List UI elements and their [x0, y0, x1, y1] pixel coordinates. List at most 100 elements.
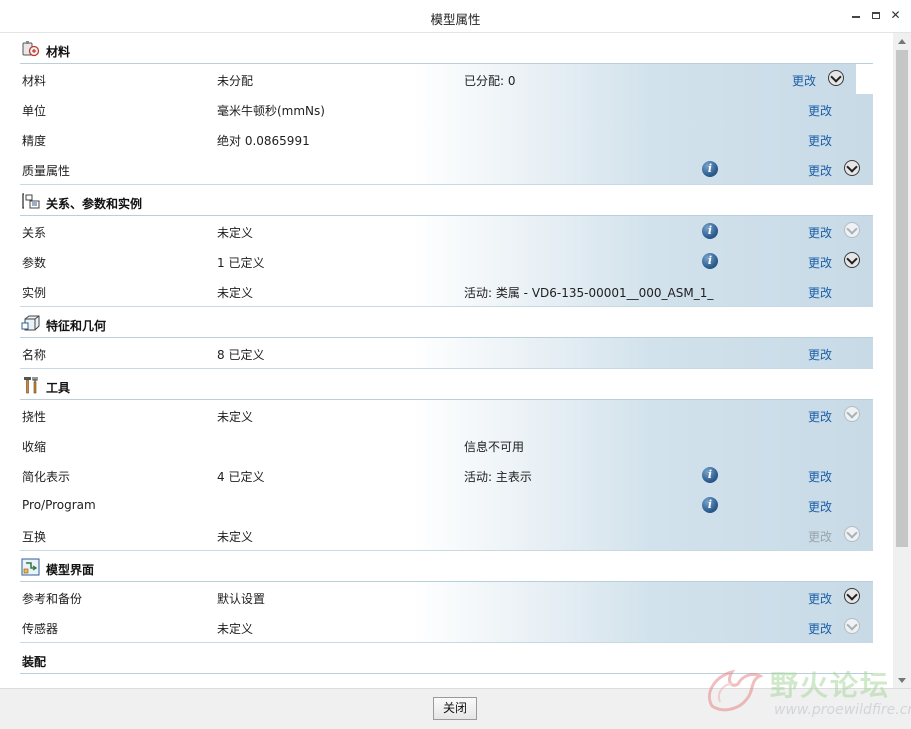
- row-interchange: 互换 未定义 更改: [20, 520, 873, 551]
- row-sensors: 传感器 未定义 更改: [20, 612, 873, 643]
- flame-logo-icon: [708, 669, 764, 712]
- row-value: 未定义: [217, 410, 254, 424]
- row-simplified-rep: 简化表示 4 已定义 活动: 主表示 i 更改: [20, 460, 873, 490]
- section-title-relations: 关系、参数和实例: [46, 197, 143, 211]
- row-value: 未定义: [217, 286, 254, 300]
- change-link-disabled: 更改: [808, 530, 833, 544]
- row-label: 简化表示: [22, 470, 71, 484]
- expand-button[interactable]: [844, 160, 860, 176]
- change-link[interactable]: 更改: [808, 132, 832, 149]
- row-value: 绝对 0.0865991: [217, 134, 310, 148]
- info-icon[interactable]: i: [702, 467, 718, 483]
- section-material: 材料: [20, 33, 873, 64]
- change-link[interactable]: 更改: [808, 102, 832, 119]
- change-link[interactable]: 更改: [792, 72, 816, 89]
- change-link[interactable]: 更改: [808, 284, 832, 301]
- row-parameters: 参数 1 已定义 i 更改: [20, 246, 873, 276]
- row-accuracy: 精度 绝对 0.0865991 更改: [20, 124, 873, 154]
- info-icon[interactable]: i: [702, 497, 718, 513]
- row-label: 实例: [22, 286, 47, 300]
- row-value: 未定义: [217, 226, 254, 240]
- expand-button[interactable]: [844, 252, 860, 268]
- expand-button[interactable]: [844, 406, 860, 422]
- change-link[interactable]: 更改: [808, 346, 832, 363]
- section-title-tools: 工具: [46, 381, 71, 395]
- section-relations: 关系、参数和实例: [20, 185, 873, 216]
- row-references-backup: 参考和备份 默认设置 更改: [20, 582, 873, 612]
- row-instances: 实例 未定义 活动: 类属 - VD6-135-00001__000_ASM_1…: [20, 276, 873, 307]
- model-interface-icon: [21, 558, 40, 576]
- info-icon[interactable]: i: [702, 223, 718, 239]
- arrow-up-icon: [898, 38, 906, 44]
- section-title-material: 材料: [46, 45, 71, 59]
- close-window-button[interactable]: ✕: [890, 8, 901, 22]
- section-tools: 工具: [20, 369, 873, 400]
- feature-geometry-icon: [21, 315, 40, 331]
- row-label: 参考和备份: [22, 592, 83, 606]
- row-shrinkage: 收缩 信息不可用: [20, 430, 873, 460]
- section-title-features: 特征和几何: [46, 319, 107, 333]
- row-relations: 关系 未定义 i 更改: [20, 216, 873, 246]
- watermark: 野火论坛 www.proewildfire.cn: [700, 658, 911, 722]
- scroll-thumb[interactable]: [896, 50, 908, 547]
- change-link[interactable]: 更改: [808, 590, 832, 607]
- minimize-button[interactable]: [850, 8, 861, 22]
- row-edge: [856, 64, 873, 95]
- row-label: 精度: [22, 134, 47, 148]
- maximize-icon: [871, 11, 880, 19]
- row-material: 材料 未分配 已分配: 0 更改: [20, 64, 873, 95]
- relations-icon: [22, 193, 40, 209]
- expand-button[interactable]: [844, 618, 860, 634]
- info-icon[interactable]: i: [702, 161, 718, 177]
- material-icon: [22, 41, 40, 57]
- row-label: 参数: [22, 256, 47, 270]
- section-model-interface: 模型界面: [20, 551, 873, 582]
- expand-button[interactable]: [844, 588, 860, 604]
- close-button[interactable]: 关闭: [433, 697, 477, 720]
- scroll-up-button[interactable]: [893, 33, 911, 49]
- vertical-scrollbar[interactable]: [893, 33, 911, 688]
- section-title-model-interface: 模型界面: [46, 563, 95, 577]
- chevron-down-icon: [846, 526, 858, 539]
- row-names: 名称 8 已定义 更改: [20, 338, 873, 369]
- row-flexibility: 挠性 未定义 更改: [20, 400, 873, 430]
- row-label: 互换: [22, 530, 47, 544]
- watermark-url: www.proewildfire.cn: [774, 702, 911, 718]
- row-units: 单位 毫米牛顿秒(mmNs) 更改: [20, 94, 873, 124]
- row-label: 名称: [22, 348, 47, 362]
- change-link[interactable]: 更改: [808, 408, 832, 425]
- minimize-icon: [851, 16, 860, 18]
- row-value: 8 已定义: [217, 348, 265, 362]
- close-icon: ✕: [890, 8, 901, 22]
- change-link[interactable]: 更改: [808, 468, 832, 485]
- chevron-down-icon: [846, 160, 858, 173]
- row-extra: 已分配: 0: [464, 74, 516, 88]
- chevron-down-icon: [846, 588, 858, 601]
- watermark-text: 野火论坛: [770, 669, 891, 702]
- change-link[interactable]: 更改: [808, 162, 832, 179]
- row-value: 默认设置: [217, 592, 266, 606]
- expand-button[interactable]: [844, 222, 860, 238]
- title-bar: 模型属性 ✕: [0, 0, 911, 33]
- row-value: 未分配: [217, 74, 254, 88]
- row-value: 未定义: [217, 622, 254, 636]
- row-value: 毫米牛顿秒(mmNs): [217, 104, 325, 118]
- maximize-button[interactable]: [870, 8, 881, 22]
- info-icon[interactable]: i: [702, 253, 718, 269]
- change-link[interactable]: 更改: [808, 224, 832, 241]
- change-link[interactable]: 更改: [808, 254, 832, 271]
- change-link[interactable]: 更改: [808, 498, 832, 515]
- row-label: 传感器: [22, 622, 59, 636]
- row-label: Pro/Program: [22, 498, 96, 512]
- chevron-down-icon: [846, 252, 858, 265]
- change-link[interactable]: 更改: [808, 620, 832, 637]
- chevron-down-icon: [846, 222, 858, 235]
- row-extra: 信息不可用: [464, 440, 525, 454]
- properties-panel: 材料 材料 未分配 已分配: 0 更改 单位 毫米牛顿秒(mmNs) 更改 精度…: [0, 33, 893, 688]
- row-label: 质量属性: [22, 164, 71, 178]
- expand-button[interactable]: [844, 526, 860, 542]
- row-pro-program: Pro/Program i 更改: [20, 490, 873, 520]
- row-mass-properties: 质量属性 i 更改: [20, 154, 873, 185]
- expand-button[interactable]: [828, 70, 844, 86]
- section-features: 特征和几何: [20, 307, 873, 338]
